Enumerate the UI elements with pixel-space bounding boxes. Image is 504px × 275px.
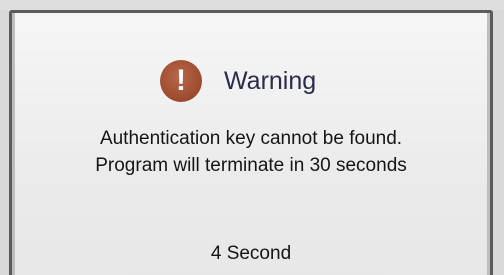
- countdown-text: 4 Second: [210, 243, 292, 264]
- warning-dialog: ! Warning Authentication key cannot be f…: [9, 10, 493, 275]
- top-bar: [0, 0, 504, 10]
- message-line-1: Authentication key cannot be found.: [99, 128, 403, 149]
- dialog-header: ! Warning: [12, 60, 490, 102]
- dialog-title: Warning: [224, 67, 317, 95]
- screen: ! Warning Authentication key cannot be f…: [0, 0, 504, 275]
- message-line-2: Program will terminate in 30 seconds: [95, 155, 407, 176]
- dialog-message: Authentication key cannot be found. Prog…: [12, 125, 490, 179]
- exclamation-icon: !: [160, 60, 202, 102]
